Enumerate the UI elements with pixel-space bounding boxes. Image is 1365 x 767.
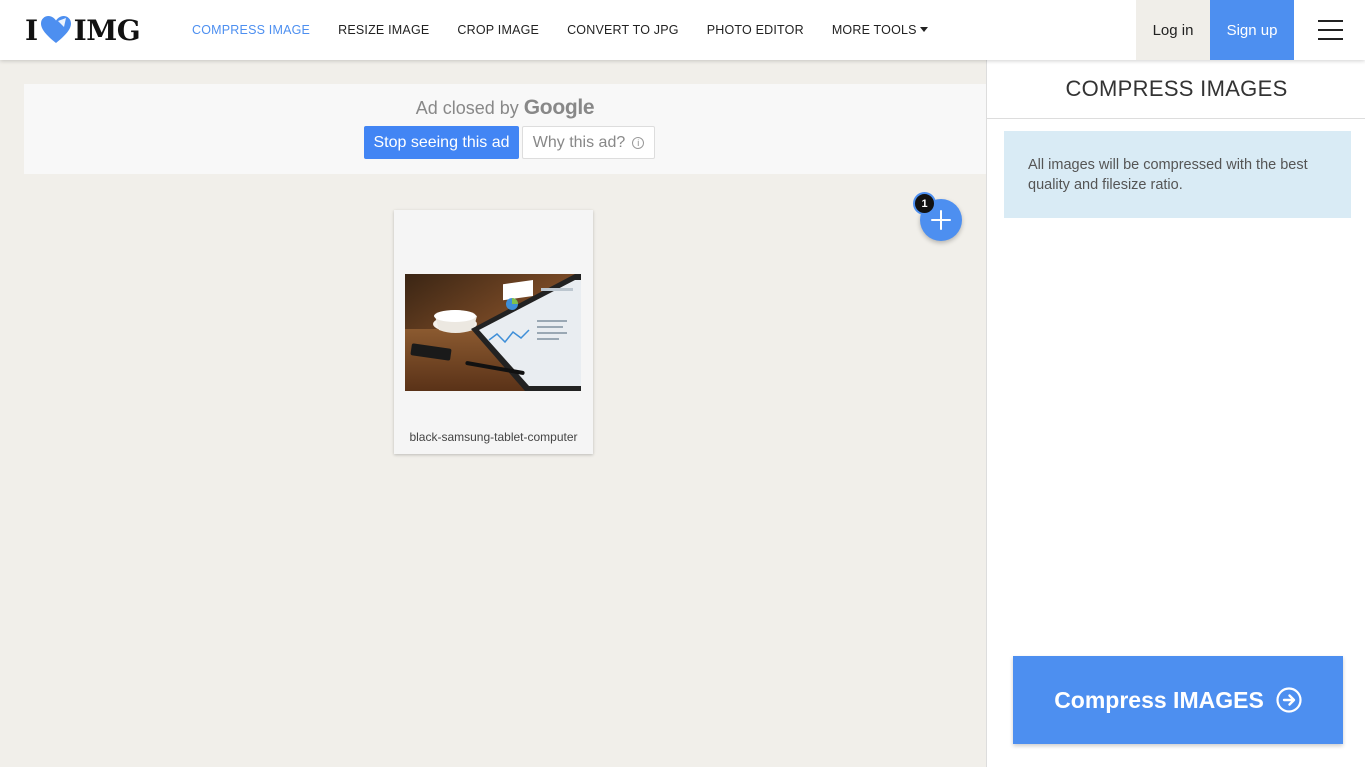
menu-line xyxy=(1317,29,1343,31)
google-brand: Google xyxy=(523,96,595,119)
file-thumbnail xyxy=(405,274,581,391)
signup-button[interactable]: Sign up xyxy=(1210,0,1294,60)
heart-logo-icon xyxy=(40,16,71,43)
nav-photo-editor[interactable]: PHOTO EDITOR xyxy=(693,23,818,37)
logo-text-right: IMG xyxy=(73,13,141,47)
stop-seeing-ad-button[interactable]: Stop seeing this ad xyxy=(364,126,519,159)
nav-more-tools[interactable]: MORE TOOLS xyxy=(818,23,942,37)
nav-resize-image[interactable]: RESIZE IMAGE xyxy=(324,23,443,37)
sidebar-title: COMPRESS IMAGES xyxy=(987,60,1365,119)
compression-info-text: All images will be compressed with the b… xyxy=(1028,157,1308,193)
main-nav: COMPRESS IMAGE RESIZE IMAGE CROP IMAGE C… xyxy=(178,0,942,60)
compression-info-box: All images will be compressed with the b… xyxy=(1004,131,1351,218)
compress-images-button[interactable]: Compress IMAGES xyxy=(1013,656,1343,744)
tablet-photo-image xyxy=(405,274,581,391)
file-count-badge: 1 xyxy=(913,192,936,215)
menu-line xyxy=(1317,38,1343,40)
top-header: I IMG COMPRESS IMAGE RESIZE IMAGE CROP I… xyxy=(0,0,1365,60)
why-this-ad-button[interactable]: Why this ad? i xyxy=(522,126,655,159)
login-button[interactable]: Log in xyxy=(1136,0,1210,60)
ad-banner: Ad closed by Google Stop seeing this ad … xyxy=(24,84,986,174)
compress-button-label: Compress IMAGES xyxy=(1054,686,1264,713)
file-name: black-samsung-tablet-computer xyxy=(409,430,578,444)
ad-closed-text: Ad closed by Google xyxy=(24,96,986,120)
info-icon: i xyxy=(632,136,645,149)
nav-label: COMPRESS IMAGE xyxy=(192,23,311,37)
ilovimg-logo[interactable]: I IMG xyxy=(25,13,141,47)
nav-convert-to-jpg[interactable]: CONVERT TO JPG xyxy=(553,23,693,37)
why-ad-label: Why this ad? xyxy=(532,133,626,151)
caret-down-icon xyxy=(919,27,928,32)
nav-label: PHOTO EDITOR xyxy=(706,23,804,37)
nav-compress-image[interactable]: COMPRESS IMAGE xyxy=(178,23,324,37)
file-card[interactable]: black-samsung-tablet-computer xyxy=(394,210,593,454)
ad-closed-prefix: Ad closed by xyxy=(415,98,519,118)
nav-label: CONVERT TO JPG xyxy=(567,23,679,37)
nav-label: MORE TOOLS xyxy=(831,23,917,37)
signup-label: Sign up xyxy=(1226,21,1278,39)
stop-ad-label: Stop seeing this ad xyxy=(373,133,510,151)
options-sidebar: COMPRESS IMAGES All images will be compr… xyxy=(986,60,1365,767)
arrow-right-circle-icon xyxy=(1276,687,1302,713)
hamburger-menu-icon[interactable] xyxy=(1305,18,1355,42)
nav-crop-image[interactable]: CROP IMAGE xyxy=(443,23,553,37)
nav-label: RESIZE IMAGE xyxy=(338,23,430,37)
login-label: Log in xyxy=(1152,21,1194,39)
logo-text-left: I xyxy=(25,13,38,47)
nav-label: CROP IMAGE xyxy=(457,23,540,37)
menu-line xyxy=(1317,20,1343,22)
plus-icon xyxy=(931,210,951,230)
